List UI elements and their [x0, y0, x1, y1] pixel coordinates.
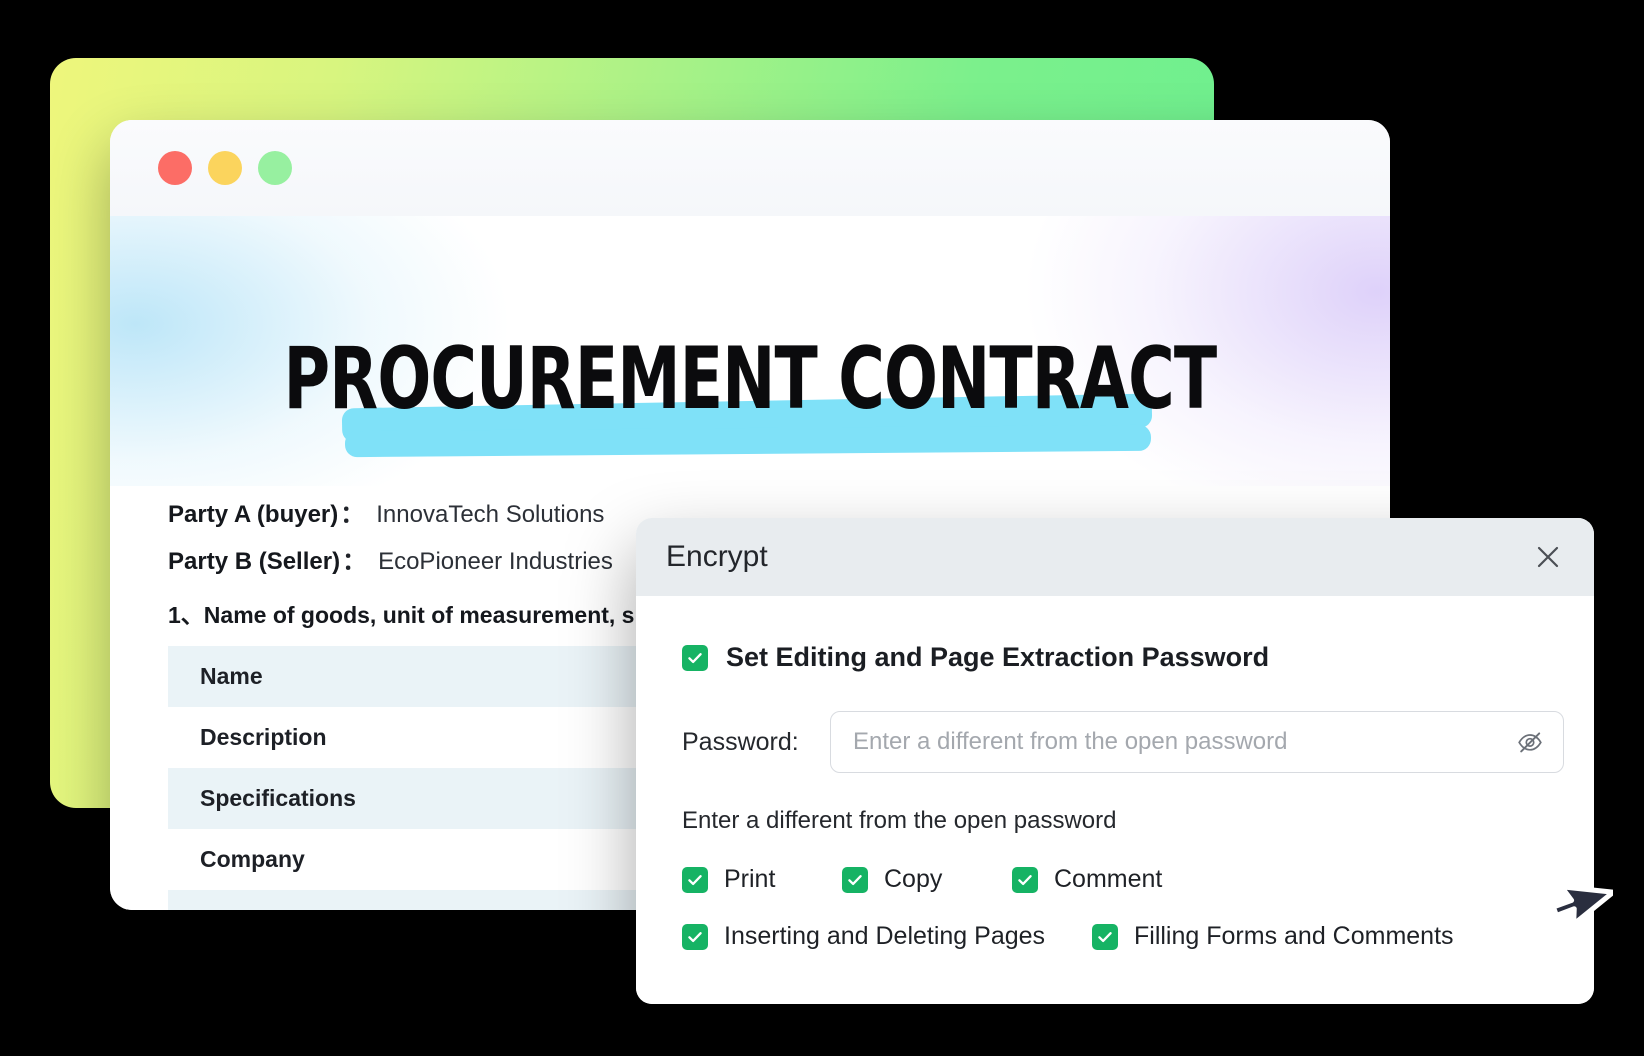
password-hint: Enter a different from the open password: [682, 807, 1117, 834]
checkbox-checked-icon: [1012, 866, 1038, 893]
checkbox-checked-icon: [842, 866, 868, 893]
party-a-label: Party A (buyer): [168, 501, 339, 528]
checkbox-checked-icon: [682, 644, 708, 671]
traffic-light-minimize-icon[interactable]: [208, 151, 242, 185]
dialog-title: Encrypt: [666, 540, 768, 573]
table-row-label: Description: [200, 724, 327, 750]
permission-comment-label: Comment: [1054, 865, 1163, 893]
table-row-label: Company: [200, 846, 305, 872]
table-row-label: Amount of money: [200, 907, 396, 910]
checkbox-checked-icon: [682, 923, 708, 950]
party-b-value: EcoPioneer Industries: [378, 548, 613, 575]
window-titlebar: [110, 120, 1390, 216]
permission-inserting-deleting-pages-checkbox[interactable]: Inserting and Deleting Pages: [682, 922, 1092, 951]
permission-print-label: Print: [724, 865, 776, 893]
highlighter-stroke-lower: [344, 424, 1152, 458]
page-title: PROCUREMENT CONTRACT: [283, 329, 1218, 429]
dialog-body: Set Editing and Page Extraction Password…: [636, 642, 1594, 1004]
permission-copy-checkbox[interactable]: Copy: [842, 865, 1012, 894]
close-icon[interactable]: [1528, 537, 1568, 577]
dialog-header: Encrypt: [636, 518, 1594, 596]
permission-filling-forms-comments-label: Filling Forms and Comments: [1134, 922, 1454, 950]
permission-comment-checkbox[interactable]: Comment: [1012, 865, 1212, 894]
password-input[interactable]: [853, 728, 1507, 756]
permission-filling-forms-comments-checkbox[interactable]: Filling Forms and Comments: [1092, 922, 1454, 951]
encrypt-dialog: Encrypt Set Editing and Page Extraction …: [636, 518, 1594, 1004]
permission-print-checkbox[interactable]: Print: [682, 865, 842, 894]
party-a-value: InnovaTech Solutions: [376, 501, 605, 528]
permission-copy-label: Copy: [884, 865, 943, 893]
password-row: Password:: [666, 711, 1564, 773]
screenshot-stage: PROCUREMENT CONTRACT Party A (buyer) ： I…: [0, 0, 1644, 1056]
permissions-row-1: Print Copy Comment: [666, 865, 1564, 894]
set-editing-password-label: Set Editing and Page Extraction Password: [726, 642, 1270, 672]
set-editing-password-checkbox[interactable]: Set Editing and Page Extraction Password: [666, 642, 1564, 673]
party-a-colon: ：: [340, 501, 365, 528]
traffic-light-close-icon[interactable]: [158, 151, 192, 185]
party-b-colon: ：: [342, 548, 367, 575]
checkbox-checked-icon: [682, 866, 708, 893]
party-b-label: Party B (Seller): [168, 548, 341, 575]
checkbox-checked-icon: [1092, 923, 1118, 950]
clause-heading: 1、Name of goods, unit of measurement, s: [168, 602, 635, 628]
document-title-area: PROCUREMENT CONTRACT: [110, 216, 1390, 486]
permission-inserting-deleting-pages-label: Inserting and Deleting Pages: [724, 922, 1046, 950]
permissions-row-2: Inserting and Deleting Pages Filling For…: [666, 922, 1564, 951]
password-field-wrapper[interactable]: [830, 711, 1564, 773]
traffic-light-maximize-icon[interactable]: [258, 151, 292, 185]
table-row-label: Specifications: [200, 785, 356, 811]
table-row-label: Name: [200, 663, 263, 689]
eye-off-icon[interactable]: [1513, 725, 1547, 759]
password-label: Password:: [682, 727, 799, 756]
